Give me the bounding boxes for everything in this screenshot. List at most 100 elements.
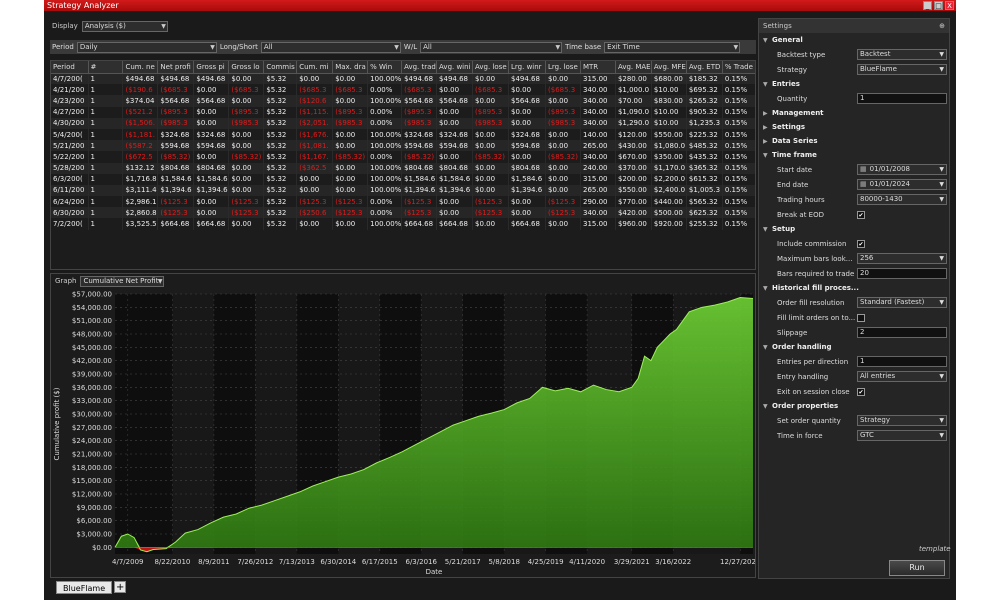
settings-section[interactable]: ▼ Setup (759, 222, 949, 236)
long-short-select[interactable]: All ▼ (260, 41, 401, 53)
setting-checkbox[interactable] (857, 313, 865, 322)
column-header[interactable]: % Win (367, 61, 403, 74)
chevron-down-icon: ▼ (939, 417, 944, 424)
setting-select[interactable]: All entries ▼ (857, 371, 947, 382)
table-cell: 0.15% (722, 151, 755, 163)
setting-select[interactable]: 80000-1430 ▼ (857, 194, 947, 205)
table-cell: 340.00 (580, 95, 616, 107)
graph-type-select[interactable]: Cumulative Net Profit ▼ (80, 275, 165, 287)
minimize-button[interactable]: _ (923, 1, 932, 10)
table-row[interactable]: 5/28/200 1 $132.12 $804.68 $804.68 $0.00 $5.32… (51, 162, 755, 174)
caret-down-icon[interactable]: ▼ (763, 403, 772, 410)
settings-section[interactable]: ▼ Order handling (759, 340, 949, 354)
column-header[interactable]: Avg. lose (472, 61, 510, 74)
column-header[interactable]: % Trade (722, 61, 755, 74)
column-header[interactable]: Gross pi (193, 61, 230, 74)
calendar-icon[interactable]: ▦ (860, 180, 867, 188)
table-row[interactable]: 4/21/200 1 ($190.6 ($685.3 $0.00 ($685.3 $5.32… (51, 84, 755, 96)
table-row[interactable]: 5/21/200 1 ($587.2 $594.68 $594.68 $0.00 $5.32… (51, 140, 755, 152)
tab-blueflame[interactable]: BlueFlame (56, 581, 113, 594)
maximize-button[interactable]: □ (934, 1, 943, 10)
setting-input[interactable]: 2 (857, 327, 947, 338)
column-header[interactable]: Period (51, 61, 89, 74)
add-tab-button[interactable]: + (114, 581, 127, 593)
setting-select[interactable]: 256 ▼ (857, 253, 947, 264)
setting-checkbox[interactable]: ✔ (857, 210, 865, 219)
column-header[interactable]: Avg. ETD (686, 61, 723, 74)
setting-input[interactable]: 1 (857, 356, 947, 367)
settings-section[interactable]: ▼ General (759, 33, 949, 47)
caret-right-icon[interactable]: ▶ (763, 110, 772, 117)
table-row[interactable]: 5/4/200(1 ($1,181. $324.68 $324.68 $0.00 $5.3… (51, 128, 755, 141)
template-link[interactable]: template (919, 545, 951, 553)
period-select[interactable]: Daily ▼ (76, 41, 217, 53)
caret-down-icon[interactable]: ▼ (763, 285, 772, 292)
table-row[interactable]: 4/30/200 1 ($1,506. ($985.3 $0.00 ($985.3 $5.3… (51, 117, 755, 129)
settings-section[interactable]: ▼ Entries (759, 77, 949, 91)
date-picker[interactable]: ▦ 01/01/2024 ▼ (857, 179, 947, 190)
settings-section[interactable]: ▼ Historical fill proces... (759, 281, 949, 295)
win-loss-select[interactable]: All ▼ (420, 41, 563, 53)
table-row[interactable]: 4/23/200 1 $374.04 $564.68 $564.68 $0.00 $5.32… (51, 95, 755, 107)
settings-section[interactable]: ▼ Order properties (759, 399, 949, 413)
column-header[interactable]: Lrg. winr (508, 61, 547, 74)
table-row[interactable]: 6/30/200 1 $2,860.8 ($125.3 $0.00 ($125.3 $5.3… (51, 207, 755, 219)
table-row[interactable]: 7/2/200(1 $3,525.5 $664.68 $664.68 $0.00 $5.3… (51, 218, 755, 230)
column-header[interactable]: Cum. mi (296, 61, 334, 74)
column-header[interactable]: MTR (580, 61, 616, 74)
settings-section[interactable]: ▶ Data Series (759, 134, 949, 148)
column-header[interactable]: Max. dra (332, 61, 369, 74)
column-header[interactable]: Avg. wini (436, 61, 474, 74)
caret-down-icon[interactable]: ▼ (763, 37, 772, 44)
table-cell: $0.00 (545, 173, 581, 185)
section-label: Order properties (772, 402, 839, 410)
caret-right-icon[interactable]: ▶ (763, 138, 772, 145)
settings-section[interactable]: ▶ Settings (759, 120, 949, 134)
setting-select[interactable]: Backtest ▼ (857, 49, 947, 60)
table-row[interactable]: 4/27/200 1 ($521.2 ($895.3 $0.00 ($895.3 $5.32… (51, 106, 755, 118)
caret-down-icon[interactable]: ▼ (763, 81, 772, 88)
setting-select[interactable]: Standard (Fastest) ▼ (857, 297, 947, 308)
caret-down-icon[interactable]: ▼ (763, 344, 772, 351)
table-row[interactable]: 4/7/200(1 $494.68 $494.68 $494.68 $0.00 $5.32… (51, 73, 755, 85)
setting-select[interactable]: Strategy ▼ (857, 415, 947, 426)
caret-down-icon[interactable]: ▼ (763, 226, 772, 233)
close-button[interactable]: X (945, 1, 954, 10)
display-select[interactable]: Analysis ($) ▼ (81, 20, 168, 32)
setting-checkbox[interactable]: ✔ (857, 387, 865, 396)
column-header[interactable]: Gross lo (228, 61, 265, 74)
table-row[interactable]: 6/24/200 1 $2,986.1 ($125.3 $0.00 ($125.3 $5.3… (51, 196, 755, 208)
caret-down-icon[interactable]: ▼ (763, 152, 772, 159)
column-header[interactable]: # (88, 61, 124, 74)
table-cell: $564.68 (508, 95, 547, 107)
title-bar[interactable]: Strategy Analyzer _ □ X (44, 0, 956, 11)
calendar-icon[interactable]: ▦ (860, 165, 867, 173)
caret-right-icon[interactable]: ▶ (763, 124, 772, 131)
settings-section[interactable]: ▼ Time frame (759, 148, 949, 162)
column-header[interactable]: Avg. MAE (615, 61, 652, 74)
table-cell: 265.00 (580, 140, 616, 152)
column-header[interactable]: Lrg. lose (545, 61, 581, 74)
column-header[interactable]: Avg. trad (401, 61, 438, 74)
column-header[interactable]: Avg. MFE (651, 61, 687, 74)
date-picker[interactable]: ▦ 01/01/2008 ▼ (857, 164, 947, 175)
setting-checkbox[interactable]: ✔ (857, 239, 865, 248)
setting-input[interactable]: 1 (857, 93, 947, 104)
cumulative-profit-chart[interactable]: $0.00 $3,000.00 $6,000.00 $9,000.00 $12,000.… (51, 288, 760, 578)
setting-select[interactable]: GTC ▼ (857, 430, 947, 441)
pin-icon[interactable]: ⊕ (939, 22, 945, 30)
table-row[interactable]: 6/11/200 1 $3,111.4 $1,394.6 $1,394.6 $0.00 $5… (51, 184, 755, 197)
column-header[interactable]: Commis (263, 61, 298, 74)
table-row[interactable]: 6/3/200(1 $1,716.8 $1,584.6 $1,584.6 $0.00 $5… (51, 173, 755, 185)
run-button[interactable]: Run (889, 560, 945, 576)
column-header[interactable]: Cum. ne (122, 61, 159, 74)
table-cell: ($672.5 (122, 151, 159, 163)
setting-input[interactable]: 20 (857, 268, 947, 279)
time-base-select[interactable]: Exit Time ▼ (604, 41, 741, 53)
chevron-down-icon: ▼ (939, 255, 944, 262)
column-header[interactable]: Net profi (157, 61, 195, 74)
settings-section[interactable]: ▶ Management (759, 106, 949, 120)
table-row[interactable]: 5/22/200 1 ($672.5 ($85.32) $0.00 ($85.32) $5.… (51, 151, 755, 163)
table-cell: 315.00 (580, 173, 616, 185)
setting-select[interactable]: BlueFlame ▼ (857, 64, 947, 75)
